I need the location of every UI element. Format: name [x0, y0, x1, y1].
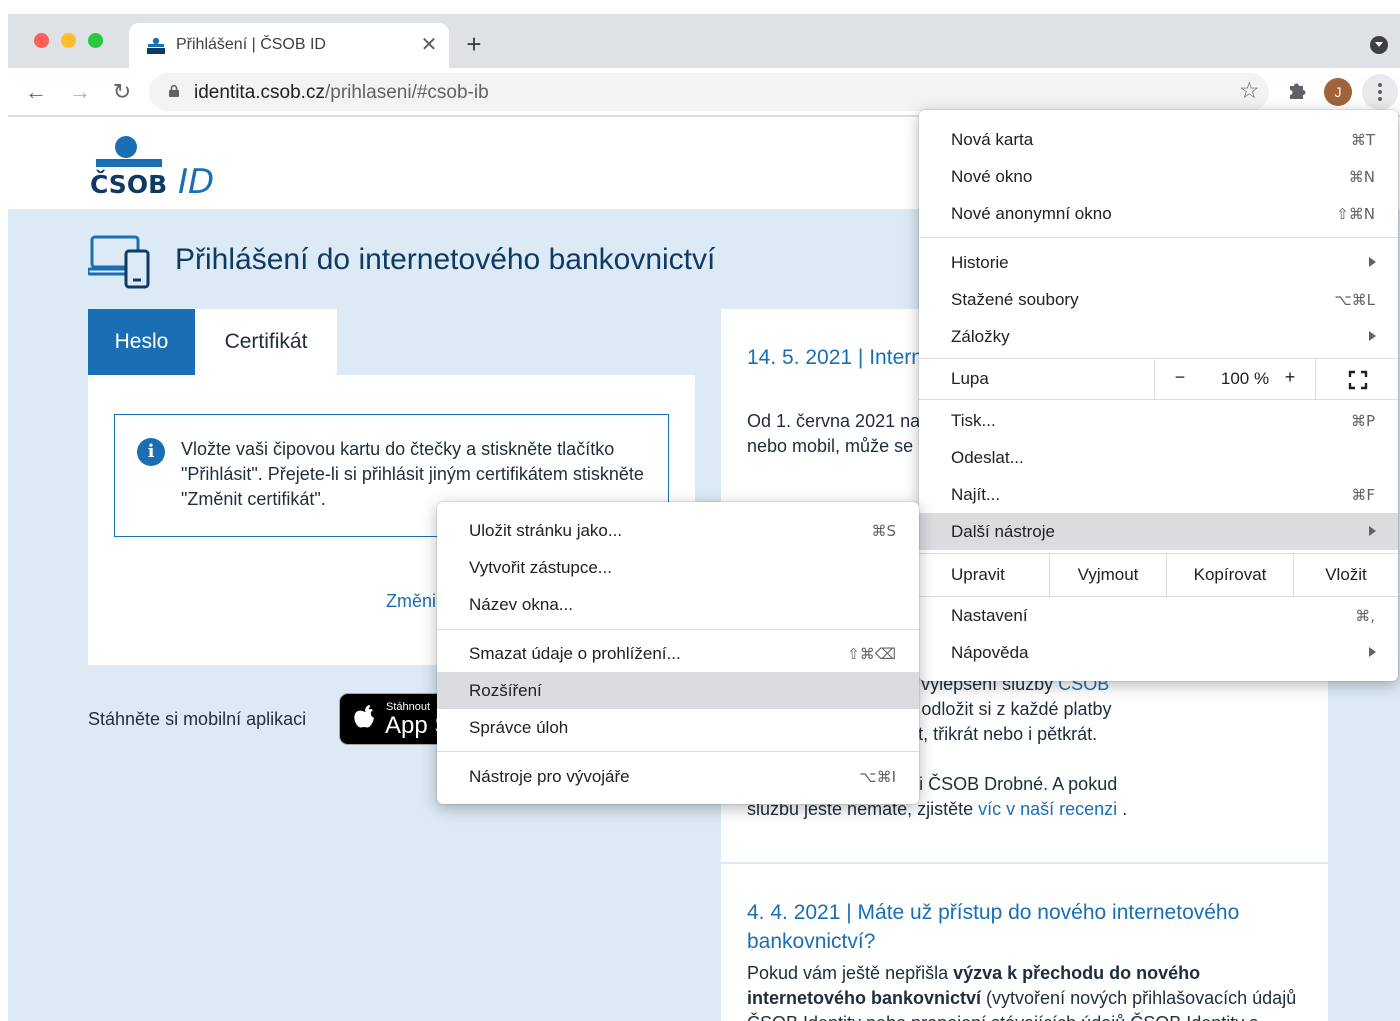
reload-button[interactable]: ↻: [108, 78, 136, 106]
more-tools-submenu: Uložit stránku jako... ⌘S Vytvořit zástup…: [437, 502, 919, 804]
submenu-arrow-icon: [1369, 526, 1376, 536]
menu-item-downloads[interactable]: Stažené soubory ⌥⌘L: [919, 281, 1398, 318]
menu-separator: [919, 237, 1398, 238]
news-divider: [721, 862, 1328, 864]
zoom-controls: − 100 % +: [1154, 359, 1399, 399]
menu-separator: [919, 399, 1398, 400]
logo-id-text: ID: [178, 162, 214, 199]
fullscreen-button[interactable]: [1315, 359, 1400, 399]
address-bar[interactable]: identita.csob.cz/prihlaseni/#csob-ib ☆: [149, 73, 1269, 111]
lock-icon[interactable]: [169, 85, 179, 97]
logo-text: ČSOB: [90, 169, 167, 199]
tab-close-icon[interactable]: ✕: [417, 33, 441, 57]
menu-item-bookmarks[interactable]: Záložky: [919, 318, 1398, 355]
browser-tab[interactable]: Přihlášení | ČSOB ID ✕: [129, 23, 449, 68]
menu-item-more-tools[interactable]: Další nástroje: [919, 513, 1398, 550]
page-title: Přihlášení do internetového bankovnictví: [175, 243, 716, 276]
tab-strip: Přihlášení | ČSOB ID ✕ +: [8, 14, 1400, 68]
menu-item-save-page[interactable]: Uložit stránku jako... ⌘S: [437, 512, 919, 549]
mobile-app-label: Stáhněte si mobilní aplikaci: [88, 709, 307, 729]
extensions-puzzle-icon[interactable]: [1286, 80, 1308, 102]
menu-item-new-window[interactable]: Nové okno ⌘N: [919, 158, 1398, 195]
browser-toolbar: ← → ↻ identita.csob.cz/prihlaseni/#csob-…: [8, 68, 1400, 116]
news-item-title[interactable]: 4. 4. 2021 | Máte už přístup do nového i…: [747, 898, 1307, 956]
menu-separator: [437, 629, 919, 630]
info-icon: i: [137, 438, 165, 466]
news-item-body: Pokud vám ještě nepřišla výzva k přechod…: [747, 963, 1297, 1021]
tab-search-icon[interactable]: [1370, 36, 1388, 54]
menu-item-settings[interactable]: Nastavení ⌘,: [919, 597, 1398, 634]
submenu-arrow-icon: [1369, 257, 1376, 267]
submenu-arrow-icon: [1369, 647, 1376, 657]
menu-item-print[interactable]: Tisk... ⌘P: [919, 402, 1398, 439]
menu-item-new-tab[interactable]: Nová karta ⌘T: [919, 121, 1398, 158]
menu-item-help[interactable]: Nápověda: [919, 634, 1398, 671]
menu-item-extensions[interactable]: Rozšíření: [437, 672, 919, 709]
menu-item-dev-tools[interactable]: Nástroje pro vývojáře ⌥⌘I: [437, 758, 919, 795]
menu-item-incognito[interactable]: Nové anonymní okno ⇧⌘N: [919, 195, 1398, 232]
zoom-label: Lupa: [951, 369, 989, 388]
tab-certifikat[interactable]: Certifikát: [195, 309, 337, 375]
info-text: Vložte vaši čipovou kartu do čtečky a st…: [181, 439, 644, 509]
menu-item-cast[interactable]: Odeslat...: [919, 439, 1398, 476]
menu-item-task-manager[interactable]: Správce úloh: [437, 709, 919, 746]
zoom-out-button[interactable]: −: [1155, 367, 1205, 388]
paste-button[interactable]: Vložit: [1293, 554, 1398, 596]
menu-item-history[interactable]: Historie: [919, 244, 1398, 281]
menu-item-create-shortcut[interactable]: Vytvořit zástupce...: [437, 549, 919, 586]
submenu-arrow-icon: [1369, 331, 1376, 341]
change-certificate-link[interactable]: Změni: [386, 591, 436, 612]
back-button[interactable]: ←: [22, 78, 50, 106]
minimize-window-button[interactable]: [61, 33, 76, 48]
menu-item-clear-data[interactable]: Smazat údaje o prohlížení... ⇧⌘⌫: [437, 635, 919, 672]
review-link[interactable]: víc v naší recenzi: [978, 799, 1117, 819]
zoom-in-button[interactable]: +: [1265, 367, 1315, 388]
menu-separator: [437, 751, 919, 752]
browser-window: Přihlášení | ČSOB ID ✕ + ← → ↻ identita.…: [8, 14, 1400, 1021]
zoom-row: Lupa − 100 % +: [919, 359, 1398, 399]
devices-icon: [88, 235, 150, 289]
csob-favicon-icon: [147, 37, 165, 54]
chrome-main-menu: Nová karta ⌘T Nové okno ⌘N Nové anonymní o…: [919, 110, 1398, 681]
forward-button[interactable]: →: [66, 78, 94, 106]
tab-heslo[interactable]: Heslo: [88, 309, 195, 375]
tab-title: Přihlášení | ČSOB ID: [176, 36, 326, 53]
new-tab-button[interactable]: +: [460, 31, 488, 59]
close-window-button[interactable]: [34, 33, 49, 48]
url-text: identita.csob.cz/prihlaseni/#csob-ib: [194, 82, 489, 103]
menu-item-find[interactable]: Najít... ⌘F: [919, 476, 1398, 513]
profile-avatar[interactable]: J: [1324, 78, 1352, 106]
apple-icon: [354, 705, 374, 728]
bookmark-star-icon[interactable]: ☆: [1239, 77, 1260, 104]
menu-item-name-window[interactable]: Název okna...: [437, 586, 919, 623]
cut-button[interactable]: Vyjmout: [1049, 554, 1166, 596]
maximize-window-button[interactable]: [88, 33, 103, 48]
chrome-menu-button[interactable]: [1362, 74, 1398, 110]
csob-id-logo: ČSOB ID: [90, 136, 214, 199]
edit-label: Upravit: [951, 565, 1005, 584]
copy-button[interactable]: Kopírovat: [1166, 554, 1293, 596]
fullscreen-icon: [1348, 370, 1368, 390]
edit-row: Upravit Vyjmout Kopírovat Vložit: [919, 554, 1398, 596]
